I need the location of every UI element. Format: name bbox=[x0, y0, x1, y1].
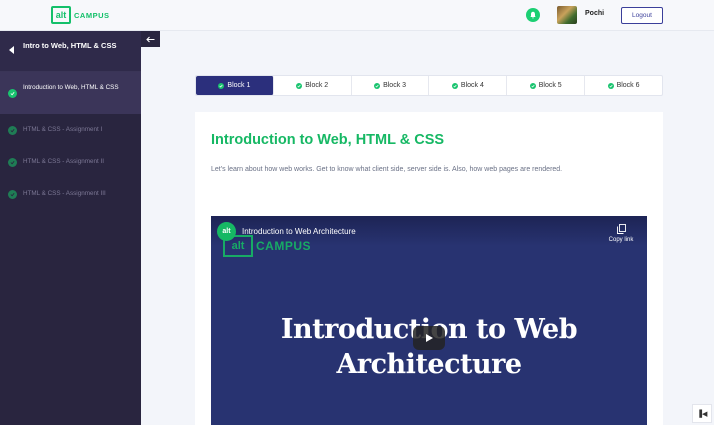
copy-link-label: Copy link bbox=[608, 237, 634, 243]
sidebar-header: Intro to Web, HTML & CSS bbox=[0, 31, 141, 72]
corner-widget-button[interactable]: ▐◀ bbox=[692, 404, 712, 423]
top-header: alt CAMPUS Pochi Logout bbox=[0, 0, 714, 31]
sidebar-item-assignment-3[interactable]: HTML & CSS - Assignment III bbox=[0, 188, 141, 206]
tab-block-1[interactable]: Block 1 bbox=[196, 76, 274, 95]
logo-wordmark: CAMPUS bbox=[74, 10, 110, 20]
tab-label: Block 6 bbox=[616, 82, 640, 89]
sidebar-item-label: HTML & CSS - Assignment I bbox=[23, 126, 103, 133]
check-circle-icon bbox=[8, 126, 17, 135]
tab-label: Block 5 bbox=[538, 82, 562, 89]
notification-bell-icon[interactable] bbox=[526, 8, 540, 22]
copy-icon bbox=[616, 224, 626, 234]
altcampus-logo[interactable]: alt CAMPUS bbox=[51, 6, 110, 24]
tab-label: Block 4 bbox=[460, 82, 484, 89]
check-circle-icon bbox=[451, 82, 458, 89]
video-player[interactable]: alt CAMPUS alt Introduction to Web Archi… bbox=[211, 216, 647, 425]
check-circle-icon bbox=[8, 89, 17, 98]
tab-block-4[interactable]: Block 4 bbox=[429, 76, 508, 95]
lesson-description: Let's learn about how web works. Get to … bbox=[211, 166, 563, 173]
play-icon bbox=[426, 334, 433, 342]
video-title[interactable]: Introduction to Web Architecture bbox=[242, 227, 356, 236]
check-circle-icon bbox=[529, 82, 536, 89]
copy-link-button[interactable]: Copy link bbox=[603, 224, 639, 243]
sidebar-item-label: HTML & CSS - Assignment II bbox=[23, 158, 104, 165]
tab-block-6[interactable]: Block 6 bbox=[585, 76, 662, 95]
page-title: Introduction to Web, HTML & CSS bbox=[211, 132, 445, 148]
tab-label: Block 3 bbox=[383, 82, 407, 89]
play-button[interactable] bbox=[413, 326, 445, 350]
sidebar-item-label: HTML & CSS - Assignment III bbox=[23, 190, 106, 197]
block-tabs: Block 1 Block 2 Block 3 Block 4 Block 5 … bbox=[195, 75, 663, 96]
check-circle-icon bbox=[8, 158, 17, 167]
username[interactable]: Pochi bbox=[585, 10, 604, 17]
sidebar-item-assignment-1[interactable]: HTML & CSS - Assignment I bbox=[0, 124, 141, 142]
user-avatar[interactable] bbox=[557, 6, 577, 24]
sidebar-item-assignment-2[interactable]: HTML & CSS - Assignment II bbox=[0, 156, 141, 174]
tab-label: Block 1 bbox=[227, 82, 251, 89]
logout-button[interactable]: Logout bbox=[621, 7, 663, 24]
logo-mark: alt bbox=[51, 6, 71, 24]
channel-avatar[interactable]: alt bbox=[217, 222, 236, 241]
check-circle-icon bbox=[8, 190, 17, 199]
check-circle-icon bbox=[374, 82, 381, 89]
arrow-left-icon bbox=[146, 36, 155, 42]
check-circle-icon bbox=[218, 82, 225, 89]
check-circle-icon bbox=[607, 82, 614, 89]
collapse-sidebar-button[interactable] bbox=[141, 31, 160, 47]
watermark-wordmark: CAMPUS bbox=[256, 239, 312, 253]
video-heading-line-2: Architecture bbox=[336, 349, 522, 380]
back-arrow-icon[interactable] bbox=[9, 46, 14, 54]
tab-block-3[interactable]: Block 3 bbox=[352, 76, 430, 95]
module-title: Intro to Web, HTML & CSS bbox=[23, 41, 117, 50]
check-circle-icon bbox=[296, 82, 303, 89]
tab-label: Block 2 bbox=[305, 82, 329, 89]
sidebar-item-introduction[interactable]: Introduction to Web, HTML & CSS bbox=[0, 72, 141, 114]
sidebar: Intro to Web, HTML & CSS Introduction to… bbox=[0, 31, 141, 425]
video-watermark-logo: alt CAMPUS bbox=[223, 235, 311, 257]
tab-block-5[interactable]: Block 5 bbox=[507, 76, 586, 95]
tab-block-2[interactable]: Block 2 bbox=[274, 76, 352, 95]
sidebar-item-label: Introduction to Web, HTML & CSS bbox=[23, 84, 119, 91]
